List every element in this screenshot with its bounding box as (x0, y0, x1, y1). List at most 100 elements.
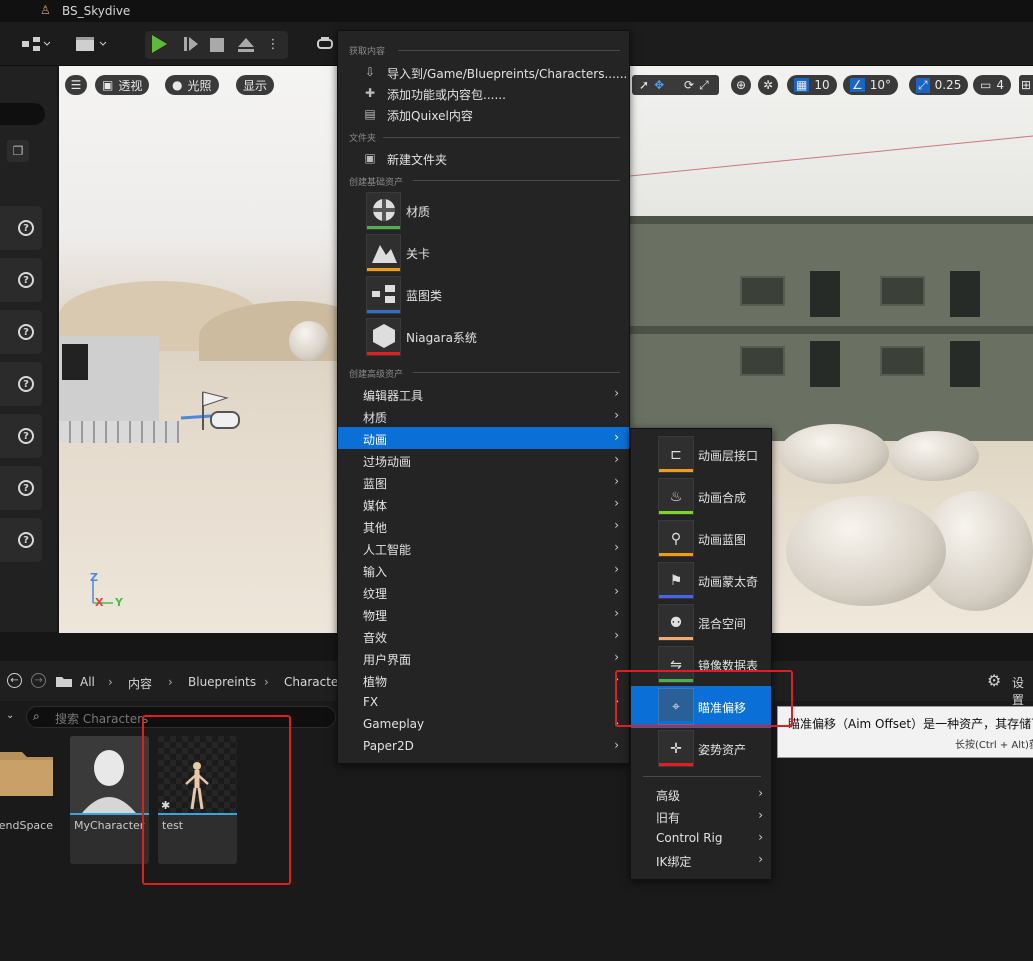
add-quixel-menu-item[interactable]: ▤ 添加Quixel内容 (338, 103, 629, 125)
help-icon[interactable]: ? (18, 532, 34, 548)
modes-button[interactable] (16, 33, 54, 55)
forward-arrow-icon[interactable]: → (31, 673, 46, 688)
category-cinematics[interactable]: 过场动画 › (338, 449, 629, 471)
category-fx[interactable]: FX › (338, 691, 629, 713)
blend-space-item[interactable]: ⚉ 混合空间 (631, 602, 771, 644)
anim-blueprint-item[interactable]: ⚲ 动画蓝图 (631, 518, 771, 560)
breadcrumb-blueprints[interactable]: Bluepreints (188, 675, 256, 689)
help-icon[interactable]: ? (18, 324, 34, 340)
category-label: 用户界面 (363, 653, 412, 667)
eject-icon[interactable] (237, 37, 255, 53)
scale-icon[interactable]: ⤢ (699, 78, 709, 93)
details-search-input[interactable] (0, 103, 45, 125)
anim-composite-item[interactable]: ♨ 动画合成 (631, 476, 771, 518)
breadcrumb-characters[interactable]: Characte (284, 675, 338, 689)
category-media[interactable]: 媒体 › (338, 493, 629, 515)
details-row[interactable]: ? (0, 466, 42, 510)
category-material[interactable]: 材质 › (338, 405, 629, 427)
blendspace-label[interactable]: BlendSpace (0, 819, 53, 832)
advance-frame-icon[interactable] (183, 36, 199, 52)
help-icon[interactable]: ? (18, 376, 34, 392)
blueprint-class-menu-item[interactable]: 蓝图类 (338, 275, 629, 317)
help-icon[interactable]: ? (18, 272, 34, 288)
breadcrumb-content[interactable]: 内容 (128, 675, 152, 692)
maximize-button[interactable]: ⊞ (1019, 75, 1033, 95)
move-icon[interactable]: ✥ (654, 78, 664, 92)
category-editor-tools[interactable]: 编辑器工具 › (338, 383, 629, 405)
settings-gear-icon[interactable]: ⚙ (987, 671, 1001, 690)
details-row[interactable]: ? (0, 362, 42, 406)
player-start-icon[interactable] (171, 388, 251, 438)
category-input[interactable]: 输入 › (338, 559, 629, 581)
import-label: 导入到/Game/Bluepreints/Characters...... (387, 67, 628, 81)
category-ai[interactable]: 人工智能 › (338, 537, 629, 559)
folder-icon[interactable] (55, 674, 73, 688)
back-arrow-icon[interactable]: ← (7, 673, 22, 688)
scale-snap-button[interactable]: ⤢ 0.25 (909, 75, 969, 95)
settings-label[interactable]: 设置 (1012, 674, 1033, 708)
level-menu-item[interactable]: 关卡 (338, 233, 629, 275)
level-label: 关卡 (406, 247, 431, 261)
details-row[interactable]: ? (0, 414, 42, 458)
category-physics[interactable]: 物理 › (338, 603, 629, 625)
help-icon[interactable]: ? (18, 428, 34, 444)
grid-snap-button[interactable]: ▦ 10 (787, 75, 837, 95)
import-menu-item[interactable]: ⇩ 导入到/Game/Bluepreints/Characters...... (338, 61, 629, 83)
asset-color-stripe (659, 553, 693, 556)
category-sound[interactable]: 音效 › (338, 625, 629, 647)
help-icon[interactable]: ? (18, 220, 34, 236)
angle-snap-button[interactable]: ∠ 10° (843, 75, 899, 95)
search-icon: ⌕ (33, 709, 40, 723)
category-texture[interactable]: 纹理 › (338, 581, 629, 603)
ik-rig-item[interactable]: IK绑定 › (631, 849, 771, 871)
pose-asset-item[interactable]: ✛ 姿势资产 (631, 728, 771, 770)
category-misc[interactable]: 其他 › (338, 515, 629, 537)
show-label: 显示 (243, 78, 268, 93)
details-row[interactable]: ? (0, 310, 42, 354)
category-animation[interactable]: 动画 › (338, 427, 629, 449)
category-blueprint[interactable]: 蓝图 › (338, 471, 629, 493)
add-feature-menu-item[interactable]: ✚ 添加功能或内容包...... (338, 82, 629, 104)
details-row[interactable]: ? (0, 258, 42, 302)
breadcrumb-all[interactable]: All (80, 675, 95, 689)
window-title: BS_Skydive (62, 4, 131, 18)
platforms-gamepad-icon[interactable] (314, 33, 336, 55)
control-rig-item[interactable]: Control Rig › (631, 827, 771, 849)
lighting-button[interactable]: ● 光照 (165, 75, 219, 95)
anim-layer-interface-item[interactable]: ⊏ 动画层接口 (631, 434, 771, 476)
category-foliage[interactable]: 植物 › (338, 669, 629, 691)
surface-snap-button[interactable]: ✲ (758, 75, 778, 95)
asset-tile-mycharacter[interactable]: MyCharacter (70, 736, 149, 864)
play-icon[interactable] (152, 35, 167, 53)
perspective-button[interactable]: ▣ 透视 (95, 75, 150, 95)
select-icon[interactable]: ➚ (639, 78, 649, 92)
cinematics-button[interactable] (72, 33, 112, 55)
rotate-icon[interactable]: ⟳ (684, 78, 694, 92)
category-paper2d[interactable]: Paper2D › (338, 735, 629, 757)
layers-icon[interactable]: ❐ (7, 140, 29, 162)
show-button[interactable]: 显示 (236, 75, 275, 95)
play-options-button[interactable]: ⋮ (267, 33, 280, 55)
category-ui[interactable]: 用户界面 › (338, 647, 629, 669)
camera-speed-button[interactable]: ▭ 4 (973, 75, 1011, 95)
submenu-label: 动画层接口 (698, 449, 759, 463)
help-icon[interactable]: ? (18, 480, 34, 496)
chevron-right-icon: › (614, 628, 619, 642)
material-label: 材质 (406, 205, 431, 219)
clapperboard-icon (76, 37, 107, 51)
details-row[interactable]: ? (0, 206, 42, 250)
stop-icon[interactable] (210, 38, 224, 52)
anim-montage-item[interactable]: ⚑ 动画蒙太奇 (631, 560, 771, 602)
niagara-system-menu-item[interactable]: Niagara系统 (338, 317, 629, 359)
details-row[interactable]: ? (0, 518, 42, 562)
material-menu-item[interactable]: 材质 (338, 191, 629, 233)
category-gameplay[interactable]: Gameplay › (338, 713, 629, 735)
collapse-chevron-icon[interactable]: ⌄ (6, 710, 14, 721)
folder-asset[interactable] (0, 746, 53, 796)
advanced-item[interactable]: 高级 › (631, 783, 771, 805)
world-local-button[interactable]: ⊕ (731, 75, 751, 95)
legacy-item[interactable]: 旧有 › (631, 805, 771, 827)
viewport-menu-button[interactable]: ☰ (65, 75, 87, 95)
asset-label: MyCharacter (74, 819, 145, 832)
new-folder-menu-item[interactable]: ▣ 新建文件夹 (338, 147, 629, 169)
